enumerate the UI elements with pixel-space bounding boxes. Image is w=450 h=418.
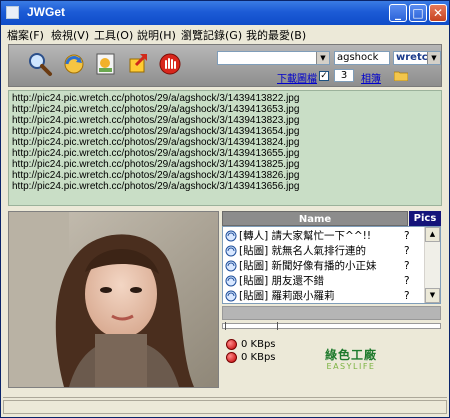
status-pane bbox=[3, 400, 447, 414]
close-button[interactable]: ✕ bbox=[429, 4, 447, 22]
list-item[interactable]: [貼圖] 就無名人氣排行連的 ? bbox=[225, 244, 425, 259]
menu-file[interactable]: 檔案(F) bbox=[7, 27, 44, 43]
logo-en: EASYLIFE bbox=[326, 362, 376, 371]
folder-icon[interactable] bbox=[394, 70, 408, 81]
album-link[interactable]: 相簿 bbox=[361, 70, 381, 85]
list-item[interactable]: [轉人] 請大家幫忙一下^^!! ? bbox=[225, 229, 425, 244]
album-name: [貼圖] 羅莉跟小羅莉 bbox=[239, 290, 335, 302]
magnifier-icon[interactable] bbox=[27, 51, 53, 77]
album-icon bbox=[225, 290, 237, 302]
menu-view[interactable]: 檢視(V) bbox=[51, 27, 89, 43]
url-line: http://pic24.pic.wretch.cc/photos/29/a/a… bbox=[12, 148, 300, 159]
export-icon[interactable] bbox=[126, 51, 152, 77]
album-name: [轉人] 請大家幫忙一下^^!! bbox=[239, 230, 372, 242]
minimize-button[interactable]: _ bbox=[389, 4, 407, 22]
list-item[interactable]: [貼圖] 羅莉跟小羅莉 ? bbox=[225, 289, 425, 303]
column-name-header[interactable]: Name bbox=[222, 211, 408, 226]
progress-tick bbox=[225, 322, 226, 330]
count-input[interactable]: 3 bbox=[334, 69, 354, 82]
album-name: [貼圖] 朋友還不錯 bbox=[239, 275, 325, 287]
album-pics: ? bbox=[404, 230, 410, 242]
progress-bar bbox=[222, 323, 441, 329]
menu-favorites[interactable]: 我的最愛(B) bbox=[246, 27, 306, 43]
list-scrollbar[interactable]: ▲ ▼ bbox=[424, 227, 440, 303]
album-icon bbox=[225, 245, 237, 257]
url-line: http://pic24.pic.wretch.cc/photos/29/a/a… bbox=[12, 126, 300, 137]
status-dot-icon bbox=[226, 339, 237, 350]
refresh-icon[interactable] bbox=[61, 51, 87, 77]
window-title: JWGet bbox=[27, 5, 66, 19]
app-icon bbox=[6, 6, 19, 19]
status-dot-icon bbox=[226, 352, 237, 363]
download-checkbox[interactable]: ✓ bbox=[319, 71, 329, 81]
status-bar bbox=[3, 397, 447, 416]
menu-help[interactable]: 說明(H) bbox=[137, 27, 176, 43]
search-combo[interactable]: ▼ bbox=[217, 51, 330, 65]
photo-image bbox=[9, 212, 218, 387]
album-list[interactable]: [轉人] 請大家幫忙一下^^!! ? [貼圖] 就無名人氣排行連的 ? [貼圖]… bbox=[222, 226, 441, 304]
photo-preview bbox=[8, 211, 219, 388]
title-bar[interactable]: JWGet _ □ ✕ bbox=[1, 1, 449, 25]
url-line: http://pic24.pic.wretch.cc/photos/29/a/a… bbox=[12, 170, 300, 181]
album-icon bbox=[225, 275, 237, 287]
scroll-down-button[interactable]: ▼ bbox=[425, 288, 440, 303]
download-speed-value: 0 KBps bbox=[241, 339, 276, 350]
list-item[interactable]: [貼圖] 朋友還不錯 ? bbox=[225, 274, 425, 289]
list-item[interactable]: [貼圖] 新聞好像有播的小正妹 ? bbox=[225, 259, 425, 274]
album-icon bbox=[225, 230, 237, 242]
album-icon bbox=[225, 260, 237, 272]
url-line: http://pic24.pic.wretch.cc/photos/29/a/a… bbox=[12, 93, 300, 104]
chevron-down-icon[interactable]: ▼ bbox=[427, 52, 440, 64]
logo-cn: 綠色工廠 bbox=[324, 348, 377, 362]
url-line: http://pic24.pic.wretch.cc/photos/29/a/a… bbox=[12, 159, 300, 170]
menu-bar: 檔案(F) 檢視(V) 工具(O) 說明(H) 瀏覽記錄(G) 我的最愛(B) bbox=[1, 25, 449, 43]
main-window: JWGet _ □ ✕ 檔案(F) 檢視(V) 工具(O) 說明(H) 瀏覽記錄… bbox=[0, 0, 450, 418]
url-line: http://pic24.pic.wretch.cc/photos/29/a/a… bbox=[12, 137, 300, 148]
progress-tick bbox=[277, 322, 278, 330]
album-name: [貼圖] 就無名人氣排行連的 bbox=[239, 245, 367, 257]
easylife-logo: 綠色工廠 EASYLIFE bbox=[323, 348, 379, 376]
site-select[interactable]: wretch ▼ bbox=[393, 51, 441, 65]
album-pics: ? bbox=[404, 245, 410, 257]
album-pics: ? bbox=[404, 290, 410, 302]
url-line: http://pic24.pic.wretch.cc/photos/29/a/a… bbox=[12, 181, 300, 192]
username-input[interactable]: agshock bbox=[334, 51, 390, 65]
stop-icon[interactable] bbox=[157, 51, 183, 77]
download-images-link[interactable]: 下載圖檔 bbox=[277, 70, 317, 85]
album-pics: ? bbox=[404, 260, 410, 272]
url-line: http://pic24.pic.wretch.cc/photos/29/a/a… bbox=[12, 115, 300, 126]
horizontal-scrollbar[interactable] bbox=[222, 306, 441, 320]
album-pics: ? bbox=[404, 275, 410, 287]
scroll-up-button[interactable]: ▲ bbox=[425, 227, 440, 242]
maximize-button[interactable]: □ bbox=[409, 4, 427, 22]
url-list[interactable]: http://pic24.pic.wretch.cc/photos/29/a/a… bbox=[8, 90, 442, 206]
album-name: [貼圖] 新聞好像有播的小正妹 bbox=[239, 260, 377, 272]
menu-tools[interactable]: 工具(O) bbox=[94, 27, 133, 43]
upload-speed-value: 0 KBps bbox=[241, 352, 276, 363]
column-pics-header[interactable]: Pics bbox=[409, 211, 441, 226]
url-line: http://pic24.pic.wretch.cc/photos/29/a/a… bbox=[12, 104, 300, 115]
image-download-icon[interactable] bbox=[93, 51, 119, 77]
album-table-header: Name Pics bbox=[222, 211, 441, 226]
menu-history[interactable]: 瀏覽記錄(G) bbox=[181, 27, 242, 43]
chevron-down-icon[interactable]: ▼ bbox=[316, 52, 329, 64]
